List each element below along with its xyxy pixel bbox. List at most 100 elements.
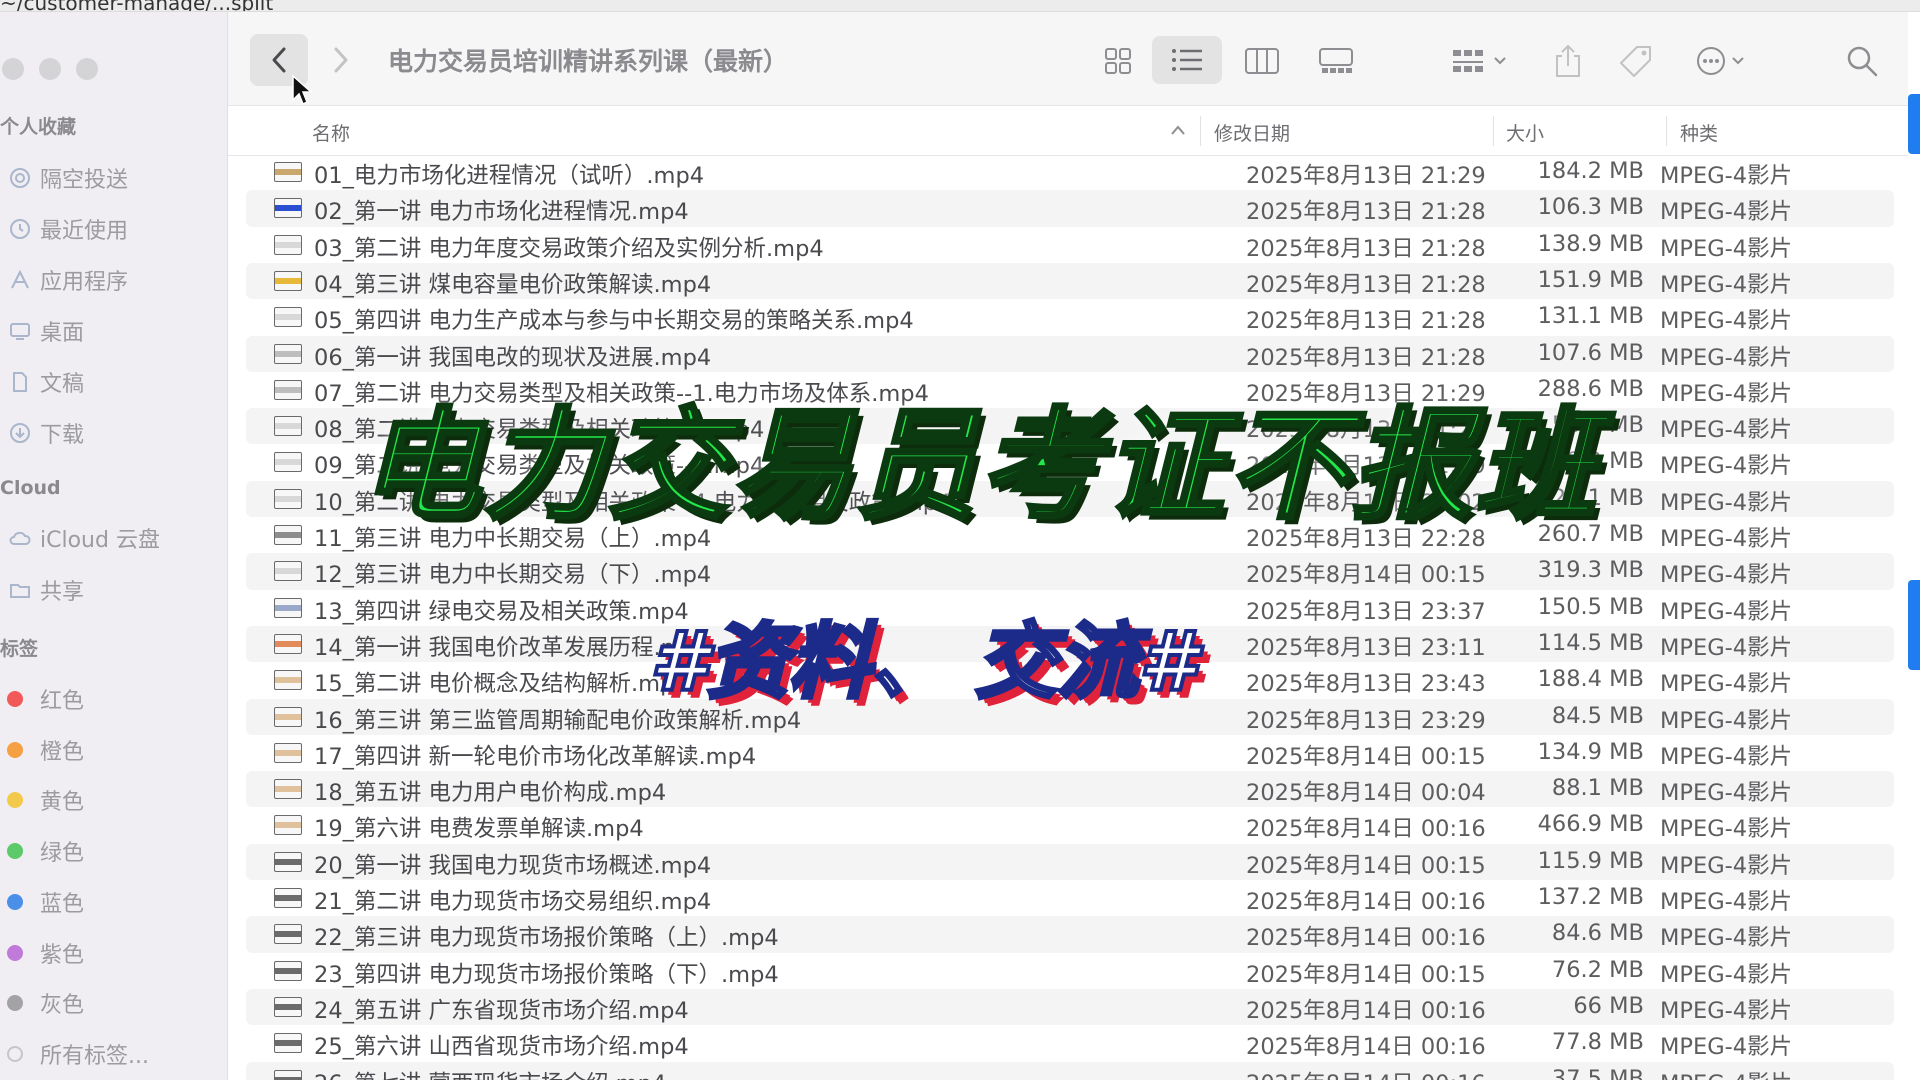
sidebar-item[interactable]: 文稿 [0,360,226,404]
desktop-icon [0,319,40,343]
video-file-icon [274,779,302,800]
sidebar-tag-label: 黄色 [40,790,85,816]
column-size-header[interactable]: 大小 [1506,119,1544,146]
file-kind: MPEG-4影片 [1660,961,1793,988]
group-by-button[interactable] [1446,42,1516,80]
tag-color-dot [7,944,23,961]
file-row[interactable]: 25_第六讲 山西省现货市场介绍.mp4 2025年8月14日 00:16 77.8… [246,1025,1894,1061]
sidebar-item[interactable]: 最近使用 [0,207,226,251]
file-row[interactable]: 19_第六讲 电费发票单解读.mp4 2025年8月14日 00:16 466.9 … [246,807,1894,843]
clock-icon [0,217,40,241]
clock-icon [10,219,30,239]
close-window-button[interactable] [2,58,24,80]
column-kind-header[interactable]: 种类 [1680,119,1718,146]
gallery-view-button[interactable] [1314,42,1358,80]
search-icon [1847,46,1878,77]
gallery-icon [1319,48,1353,73]
zoom-window-button[interactable] [76,58,98,80]
icon-view-button[interactable] [1096,42,1140,80]
adjacent-window-edge [1908,94,1920,154]
file-row[interactable]: 24_第五讲 广东省现货市场介绍.mp4 2025年8月14日 00:16 66 M… [246,988,1894,1026]
file-row[interactable]: 01_电力市场化进程情况（试听）.mp4 2025年8月13日 21:29 184.… [246,154,1894,190]
column-name-header[interactable]: 名称 [312,119,350,146]
more-actions-button[interactable] [1690,42,1760,80]
search-button[interactable] [1840,42,1884,80]
column-divider[interactable] [1493,116,1494,146]
file-row[interactable]: 26_第七讲 蒙西现货市场介绍.mp42025年8月14日 00:1637.5 … [246,1061,1894,1080]
sidebar-tag[interactable]: 黄色 [0,778,226,822]
file-row[interactable]: 23_第四讲 电力现货市场报价策略（下）.mp4 2025年8月14日 00:15… [246,953,1894,989]
file-row[interactable]: 05_第四讲 电力生产成本与参与中长期交易的策略关系.mp4 2025年8月13日… [246,299,1894,335]
sidebar-item[interactable]: 隔空投送 [0,156,226,200]
ellipsis-circle-icon [1697,47,1744,75]
window-title: 电力交易员培训精讲系列课（最新） [388,47,789,76]
sidebar-tag[interactable]: 红色 [0,677,226,721]
file-kind: MPEG-4影片 [1660,816,1793,843]
sidebar-tag-label: 红色 [40,689,85,714]
file-size: 184.2 MB [1537,158,1644,184]
column-divider[interactable] [1666,116,1667,146]
file-size: 66 MB [1573,992,1644,1019]
sidebar-tag-label: 绿色 [40,841,85,867]
mouse-cursor-icon [292,74,313,106]
sidebar-item-label: 下载 [40,423,85,448]
file-row[interactable]: 18_第五讲 电力用户电价构成.mp4 2025年8月14日 00:04 88.1 … [246,771,1894,808]
file-name: 23_第四讲 电力现货市场报价策略（下）.mp4 [314,961,779,988]
file-size: 134.9 MB [1537,738,1644,765]
column-divider[interactable] [1200,116,1201,146]
sidebar-item[interactable]: 应用程序 [0,258,226,302]
sidebar-tag[interactable]: 灰色 [0,981,226,1025]
sidebar-item[interactable]: 桌面 [0,309,226,353]
sidebar-tag[interactable]: 紫色 [0,931,226,975]
all-tags-icon [7,1045,23,1062]
file-row[interactable]: 21_第二讲 电力现货市场交易组织.mp4 2025年8月14日 00:16 137… [246,880,1894,916]
file-name: 01_电力市场化进程情况（试听）.mp4 [314,163,705,189]
sidebar-item[interactable]: 下载 [0,411,226,455]
sidebar-tag[interactable]: 所有标签... [0,1032,226,1076]
toolbar: 电力交易员培训精讲系列课（最新） [228,12,1908,106]
file-size: 77.8 MB [1551,1029,1644,1056]
sidebar-tag[interactable]: 绿色 [0,829,226,873]
video-file-icon [274,343,302,364]
file-row[interactable]: 02_第一讲 电力市场化进程情况.mp4 2025年8月13日 21:28 106.… [246,190,1894,227]
forward-button[interactable] [312,34,370,86]
download-icon [0,421,40,445]
file-size: 466.9 MB [1537,811,1644,838]
sidebar-item[interactable]: 共享 [0,568,226,612]
file-name: 06_第一讲 我国电改的现状及进展.mp4 [314,344,712,371]
list-view-button[interactable] [1152,36,1222,84]
file-row[interactable]: 17_第四讲 新一轮电价市场化改革解读.mp4 2025年8月14日 00:15 1… [246,735,1894,771]
video-file-icon [274,162,302,182]
column-date-header[interactable]: 修改日期 [1214,119,1290,146]
file-kind: MPEG-4影片 [1660,743,1793,770]
sidebar-tag-label: 紫色 [40,942,85,968]
file-kind: MPEG-4影片 [1660,671,1793,698]
file-kind: MPEG-4影片 [1660,453,1793,480]
file-size: 115.9 MB [1537,847,1644,874]
file-kind: MPEG-4影片 [1660,308,1793,335]
file-size: 319.3 MB [1537,557,1644,584]
file-row[interactable]: 04_第三讲 煤电容量电价政策解读.mp4 2025年8月13日 21:28 151… [246,262,1894,300]
video-file-icon [274,670,302,691]
video-file-icon [274,452,302,473]
file-kind: MPEG-4影片 [1660,598,1793,625]
file-row[interactable]: 06_第一讲 我国电改的现状及进展.mp4 2025年8月13日 21:28 107… [246,335,1894,372]
file-size: 106.3 MB [1537,194,1644,221]
sidebar-item-label: 文稿 [40,372,85,397]
sidebar-tag[interactable]: 蓝色 [0,880,226,924]
document-icon [13,372,27,392]
file-row[interactable]: 20_第一讲 我国电力现货市场概述.mp4 2025年8月14日 00:15 115… [246,843,1894,880]
share-button[interactable] [1546,42,1590,80]
column-view-button[interactable] [1240,42,1284,80]
path-text: ~/customer-manage/...split [0,0,274,12]
minimize-window-button[interactable] [39,58,61,80]
sidebar-item[interactable]: iCloud 云盘 [0,516,226,560]
file-kind: MPEG-4影片 [1660,199,1793,226]
tag-button[interactable] [1614,42,1658,80]
sidebar-tag[interactable]: 橙色 [0,728,226,772]
file-row[interactable]: 22_第三讲 电力现货市场报价策略（上）.mp4 2025年8月14日 00:16… [246,916,1894,953]
file-row[interactable]: 03_第二讲 电力年度交易政策介绍及实例分析.mp4 2025年8月13日 21:… [246,227,1894,263]
file-row[interactable]: 12_第三讲 电力中长期交易（下）.mp4 2025年8月14日 00:15 319… [246,553,1894,590]
file-name: 13_第四讲 绿电交易及相关政策.mp4 [314,598,689,625]
video-file-icon [274,234,302,255]
